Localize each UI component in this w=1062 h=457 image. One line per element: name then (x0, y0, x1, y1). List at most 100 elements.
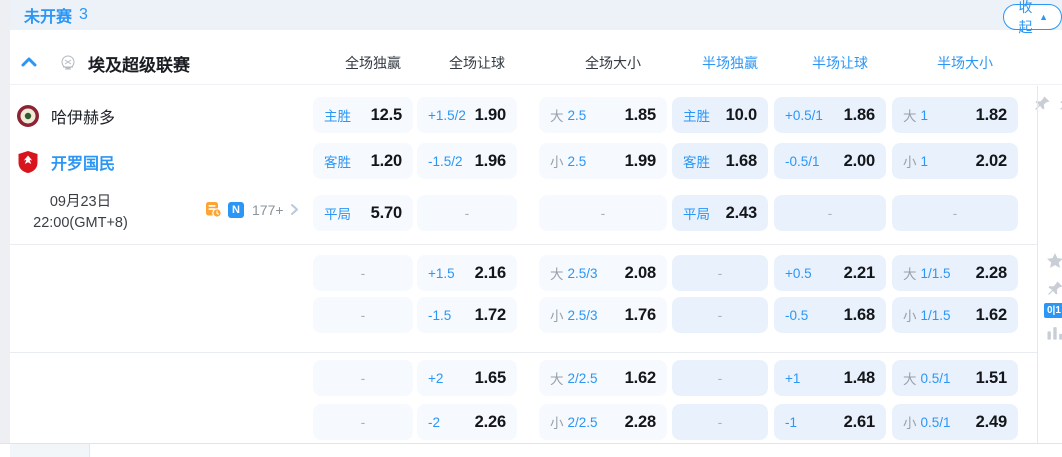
odds-label-group: 小1 (903, 151, 928, 171)
ou-direction-label: 小 (903, 151, 917, 171)
odds-cell[interactable]: 小2/2.52.28 (539, 404, 667, 440)
pin-icon[interactable] (1044, 279, 1062, 299)
odds-value: 2.28 (976, 264, 1007, 283)
empty-odds-dash: - (718, 414, 723, 430)
odds-cell[interactable]: 大2.51.85 (539, 97, 667, 133)
odds-cell[interactable]: 大2/2.5 1.62 (539, 360, 667, 396)
odds-cell[interactable]: +21.65 (417, 360, 517, 396)
match-datetime: 09月23日 22:00(GMT+8) (8, 192, 153, 234)
odds-label-group: +0.5 (785, 266, 812, 281)
ou-direction-label: 大 (903, 105, 917, 125)
odds-cell[interactable]: -1.5 1.72 (417, 297, 517, 333)
odds-cell[interactable]: 大1/1.52.28 (892, 255, 1018, 291)
odds-label-group: 主胜 (324, 105, 351, 125)
column-header-4: 半场独赢 (682, 53, 778, 73)
ou-direction-label: 小 (550, 305, 564, 325)
empty-odds-dash: - (361, 265, 366, 281)
odds-cell-empty: - (417, 195, 517, 231)
match-status-label: 未开赛 (24, 3, 72, 27)
odds-value: 1.62 (976, 306, 1007, 325)
odds-label-group: 小1/1.5 (903, 305, 951, 325)
odds-cell[interactable]: 小2.5/31.76 (539, 297, 667, 333)
odds-label-group: 大1 (903, 105, 928, 125)
more-markets-link[interactable]: N 177+ (205, 201, 299, 218)
ou-direction-label: 大 (903, 263, 917, 283)
odds-value: 2.00 (844, 152, 875, 171)
odds-label: 平局 (683, 203, 710, 223)
column-header-2: 全场让球 (427, 53, 527, 73)
odds-value: 1.86 (844, 106, 875, 125)
odds-cell[interactable]: 小0.5/12.49 (892, 404, 1018, 440)
odds-label: 1 (921, 154, 929, 169)
odds-comparison-badge[interactable]: 0|1 (1044, 303, 1062, 318)
pin-icon-partial[interactable] (1057, 94, 1062, 114)
odds-value: 1.51 (976, 369, 1007, 388)
stats-bars-icon[interactable] (1044, 323, 1062, 343)
odds-cell[interactable]: +11.48 (774, 360, 886, 396)
odds-label-group: -1.5 (428, 308, 451, 323)
odds-cell[interactable]: 大2.5/32.08 (539, 255, 667, 291)
odds-cell[interactable]: 大0.5/11.51 (892, 360, 1018, 396)
odds-cell[interactable]: -2 2.26 (417, 404, 517, 440)
odds-cell[interactable]: 大1 1.82 (892, 97, 1018, 133)
home-team-row[interactable]: 哈伊赫多 (16, 97, 306, 135)
vertical-divider (1037, 86, 1038, 443)
odds-cell-empty: - (539, 195, 667, 231)
odds-label-group: -2 (428, 415, 440, 430)
odds-cell-empty: - (313, 404, 413, 440)
league-header-row[interactable]: 埃及超级联赛 全场独赢全场让球全场大小半场独赢半场让球半场大小 (10, 40, 1062, 85)
odds-cell[interactable]: 平局5.70 (313, 195, 413, 231)
odds-label: 2.5 (568, 154, 587, 169)
odds-value: 2.26 (475, 413, 506, 432)
odds-label-group: 小2.5/3 (550, 305, 598, 325)
odds-label-group: 大2.5 (550, 105, 586, 125)
odds-cell[interactable]: 客胜1.68 (672, 143, 768, 179)
odds-cell[interactable]: -12.61 (774, 404, 886, 440)
odds-cell[interactable]: -0.51.68 (774, 297, 886, 333)
odds-label-group: +1.5 (428, 266, 455, 281)
odds-cell[interactable]: 主胜12.5 (313, 97, 413, 133)
collapse-button[interactable]: 收起 ▲ (1003, 4, 1062, 30)
odds-cell[interactable]: 小12.02 (892, 143, 1018, 179)
odds-label: -1.5 (428, 308, 451, 323)
odds-cell-empty: - (313, 297, 413, 333)
odds-cell[interactable]: 主胜10.0 (672, 97, 768, 133)
odds-cell[interactable]: 小1/1.5 1.62 (892, 297, 1018, 333)
odds-label-group: 客胜 (324, 151, 351, 171)
odds-cell[interactable]: -1.5/21.96 (417, 143, 517, 179)
pin-icon[interactable] (1032, 94, 1052, 114)
away-team-row[interactable]: 开罗国民 (16, 143, 306, 181)
odds-label-group: +0.5/1 (785, 108, 823, 123)
odds-value: 1.68 (844, 306, 875, 325)
odds-label-group: 大2/2.5 (550, 368, 598, 388)
column-header-3: 全场大小 (549, 53, 677, 73)
odds-cell[interactable]: +1.5 2.16 (417, 255, 517, 291)
odds-value: 1.72 (475, 306, 506, 325)
odds-label: 0.5/1 (921, 371, 951, 386)
empty-odds-dash: - (361, 414, 366, 430)
odds-cell[interactable]: 平局2.43 (672, 195, 768, 231)
odds-cell[interactable]: 小2.51.99 (539, 143, 667, 179)
odds-cell[interactable]: +0.52.21 (774, 255, 886, 291)
next-section-strip (0, 444, 1062, 457)
collapse-label: 收起 (1017, 0, 1034, 37)
empty-odds-dash: - (465, 205, 470, 221)
column-header-1: 全场独赢 (323, 53, 423, 73)
odds-cell[interactable]: 客胜1.20 (313, 143, 413, 179)
odds-value: 2.16 (475, 264, 506, 283)
match-date: 09月23日 (8, 192, 153, 213)
odds-cell[interactable]: +1.5/21.90 (417, 97, 517, 133)
odds-cell[interactable]: -0.5/12.00 (774, 143, 886, 179)
odds-label: 1/1.5 (921, 308, 951, 323)
odds-value: 1.82 (976, 106, 1007, 125)
empty-odds-dash: - (601, 205, 606, 221)
group-separator (10, 352, 1037, 353)
favorite-star-icon[interactable] (1044, 251, 1062, 271)
odds-label-group: +1.5/2 (428, 108, 466, 123)
odds-value: 1.62 (625, 369, 656, 388)
odds-label: +1.5 (428, 266, 455, 281)
chevron-up-icon[interactable] (20, 53, 38, 71)
column-header-5: 半场让球 (784, 53, 896, 73)
odds-cell[interactable]: +0.5/1 1.86 (774, 97, 886, 133)
odds-label: +1.5/2 (428, 108, 466, 123)
